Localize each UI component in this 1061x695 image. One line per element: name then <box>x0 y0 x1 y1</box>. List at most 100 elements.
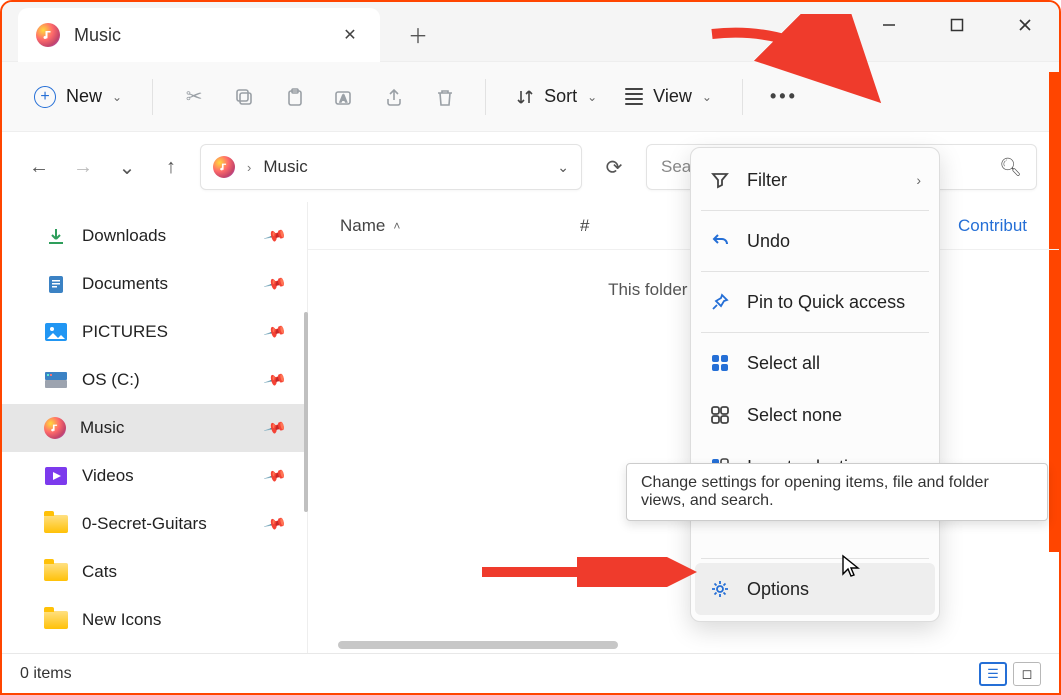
sidebar-item-os-c[interactable]: OS (C:) 📌 <box>2 356 307 404</box>
sidebar-item-label: Videos <box>82 466 134 486</box>
paste-icon[interactable] <box>273 76 315 118</box>
address-dropdown[interactable]: ⌄ <box>557 159 569 176</box>
pin-icon: 📌 <box>263 368 288 393</box>
folder-icon <box>44 611 68 629</box>
sidebar-item-documents[interactable]: Documents 📌 <box>2 260 307 308</box>
music-icon <box>44 417 66 439</box>
chevron-down-icon: ⌄ <box>112 90 122 104</box>
menu-pin[interactable]: Pin to Quick access <box>691 276 939 328</box>
empty-folder-text: This folder is empty. <box>308 280 1059 300</box>
pin-icon: 📌 <box>263 272 288 297</box>
column-name[interactable]: Name ˄ <box>340 216 540 236</box>
delete-icon[interactable] <box>423 76 465 118</box>
separator <box>485 79 486 115</box>
menu-options[interactable]: Options <box>695 563 935 615</box>
menu-label: Pin to Quick access <box>747 292 905 313</box>
close-tab-icon[interactable]: ✕ <box>338 23 362 47</box>
sidebar-item-music[interactable]: Music 📌 <box>2 404 307 452</box>
select-all-icon <box>709 352 731 374</box>
close-button[interactable] <box>991 2 1059 48</box>
list-icon <box>625 88 643 105</box>
menu-filter[interactable]: Filter › <box>691 154 939 206</box>
sidebar-item-label: OS (C:) <box>82 370 140 390</box>
separator <box>742 79 743 115</box>
sort-indicator-icon: ˄ <box>393 219 400 233</box>
new-tab-button[interactable]: ＋ <box>404 20 432 48</box>
view-button[interactable]: View ⌄ <box>615 80 722 113</box>
sidebar-item-videos[interactable]: Videos 📌 <box>2 452 307 500</box>
menu-select-all[interactable]: Select all <box>691 337 939 389</box>
back-button[interactable]: ← <box>24 152 54 182</box>
column-contributing[interactable]: Contribut <box>958 216 1027 236</box>
sidebar-item-pictures[interactable]: PICTURES 📌 <box>2 308 307 356</box>
select-none-icon <box>709 404 731 426</box>
horizontal-scrollbar[interactable] <box>338 641 1049 651</box>
sort-button[interactable]: Sort ⌄ <box>506 80 607 113</box>
menu-separator <box>701 210 929 211</box>
chevron-right-icon: › <box>916 172 921 188</box>
maximize-button[interactable] <box>923 2 991 48</box>
cut-icon[interactable]: ✂ <box>173 76 215 118</box>
icons-view-button[interactable]: ◻ <box>1013 662 1041 686</box>
pin-icon: 📌 <box>263 416 288 441</box>
sidebar-item-cats[interactable]: Cats <box>2 548 307 596</box>
file-explorer-window: Music ✕ ＋ + New ⌄ ✂ A Sort ⌄ Vi <box>0 0 1061 695</box>
pin-icon: 📌 <box>263 464 288 489</box>
cursor-icon <box>840 554 862 580</box>
title-bar: Music ✕ ＋ <box>2 2 1059 62</box>
sidebar-item-new-icons[interactable]: New Icons <box>2 596 307 644</box>
content-area: Name ˄ # Contribut This folder is empty. <box>308 202 1059 653</box>
details-view-button[interactable]: ☰ <box>979 662 1007 686</box>
sidebar: Downloads 📌 Documents 📌 PICTURES 📌 OS (C… <box>2 202 308 653</box>
menu-label: Options <box>747 579 809 600</box>
sidebar-item-downloads[interactable]: Downloads 📌 <box>2 212 307 260</box>
music-icon <box>36 23 60 47</box>
chevron-down-icon: ⌄ <box>587 90 597 104</box>
new-button[interactable]: + New ⌄ <box>24 80 132 114</box>
pin-icon: 📌 <box>263 320 288 345</box>
rename-icon[interactable]: A <box>323 76 365 118</box>
menu-select-none[interactable]: Select none <box>691 389 939 441</box>
pin-icon: 📌 <box>263 512 288 537</box>
undo-icon <box>709 230 731 252</box>
column-index[interactable]: # <box>580 216 620 236</box>
menu-separator <box>701 558 929 559</box>
download-icon <box>44 224 68 248</box>
breadcrumb[interactable]: Music <box>263 157 307 177</box>
column-headers: Name ˄ # Contribut <box>308 202 1059 250</box>
refresh-button[interactable]: ⟳ <box>596 149 632 185</box>
sidebar-item-secret-guitars[interactable]: 0-Secret-Guitars 📌 <box>2 500 307 548</box>
forward-button[interactable]: → <box>68 152 98 182</box>
more-button[interactable]: ••• <box>763 76 805 118</box>
sidebar-item-label: PICTURES <box>82 322 168 342</box>
sidebar-item-label: Cats <box>82 562 117 582</box>
up-button[interactable]: ↑ <box>156 152 186 182</box>
view-label: View <box>653 86 692 107</box>
more-context-menu: Filter › Undo Pin to Quick access Select… <box>690 147 940 622</box>
sidebar-item-label: 0-Secret-Guitars <box>82 514 207 534</box>
copy-icon[interactable] <box>223 76 265 118</box>
chevron-right-icon: › <box>247 160 251 175</box>
videos-icon <box>44 464 68 488</box>
share-icon[interactable] <box>373 76 415 118</box>
plus-circle-icon: + <box>34 86 56 108</box>
recent-button[interactable]: ⌄ <box>112 152 142 182</box>
menu-label: Filter <box>747 170 787 191</box>
tab-music[interactable]: Music ✕ <box>18 8 380 62</box>
pin-icon <box>709 291 731 313</box>
new-label: New <box>66 86 102 107</box>
menu-undo[interactable]: Undo <box>691 215 939 267</box>
music-icon <box>213 156 235 178</box>
filter-icon <box>709 169 731 191</box>
sidebar-item-label: Music <box>80 418 124 438</box>
column-label: Name <box>340 216 385 236</box>
pictures-icon <box>44 320 68 344</box>
drive-icon <box>44 368 68 392</box>
sidebar-item-label: Downloads <box>82 226 166 246</box>
menu-label: Select none <box>747 405 842 426</box>
chevron-down-icon: ⌄ <box>702 90 712 104</box>
minimize-button[interactable] <box>855 2 923 48</box>
sidebar-item-label: New Icons <box>82 610 161 630</box>
folder-icon <box>44 563 68 581</box>
address-bar[interactable]: › Music ⌄ <box>200 144 582 190</box>
